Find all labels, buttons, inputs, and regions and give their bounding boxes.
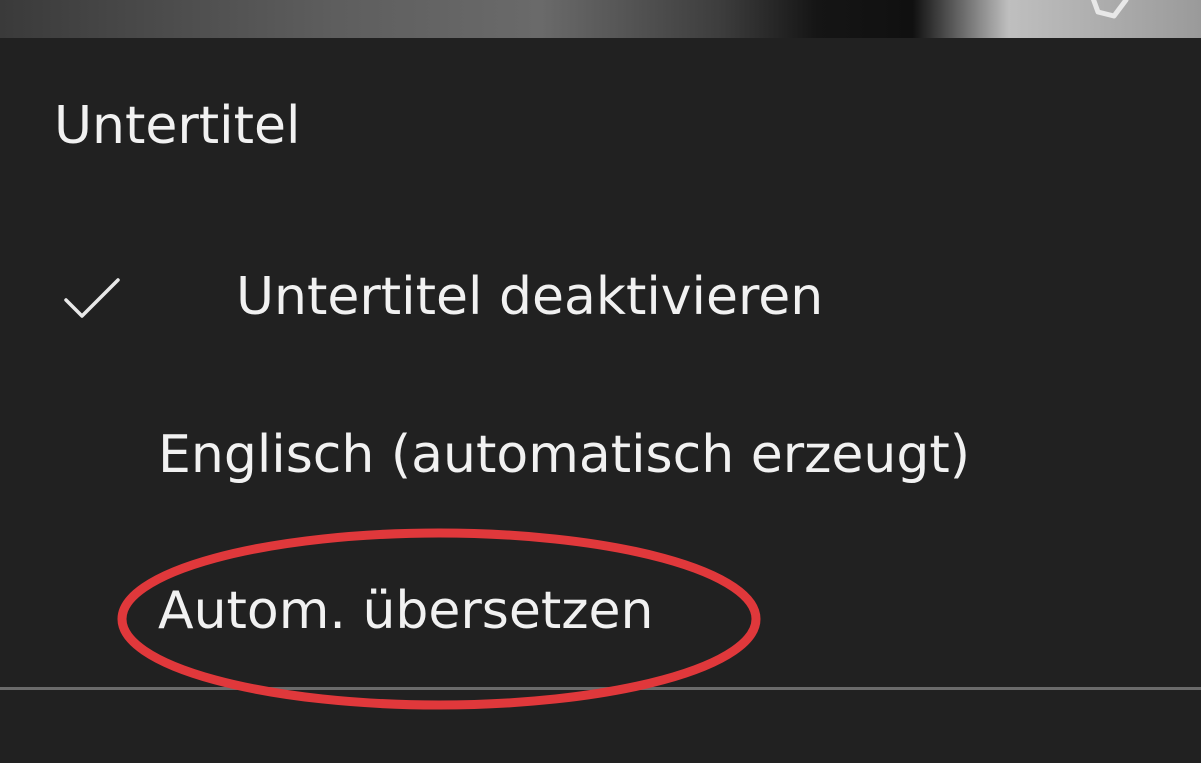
menu-item-label: Autom. übersetzen (158, 581, 654, 641)
captions-bottom-sheet: Untertitel Untertitel deaktivieren Engli… (0, 38, 1201, 763)
menu-item-auto-translate[interactable]: Autom. übersetzen (0, 552, 1201, 672)
menu-item-captions-off[interactable]: Untertitel deaktivieren (0, 238, 1201, 358)
menu-item-english-auto[interactable]: Englisch (automatisch erzeugt) (0, 396, 1201, 516)
menu-item-label: Untertitel deaktivieren (236, 267, 824, 327)
menu-item-label: Englisch (automatisch erzeugt) (158, 425, 971, 485)
check-icon (64, 278, 120, 318)
cut-off-menu-row[interactable] (0, 690, 1201, 763)
sheet-title: Untertitel (54, 96, 301, 156)
video-player-preview[interactable] (0, 0, 1201, 38)
thumbs-up-icon[interactable] (1080, 0, 1140, 32)
